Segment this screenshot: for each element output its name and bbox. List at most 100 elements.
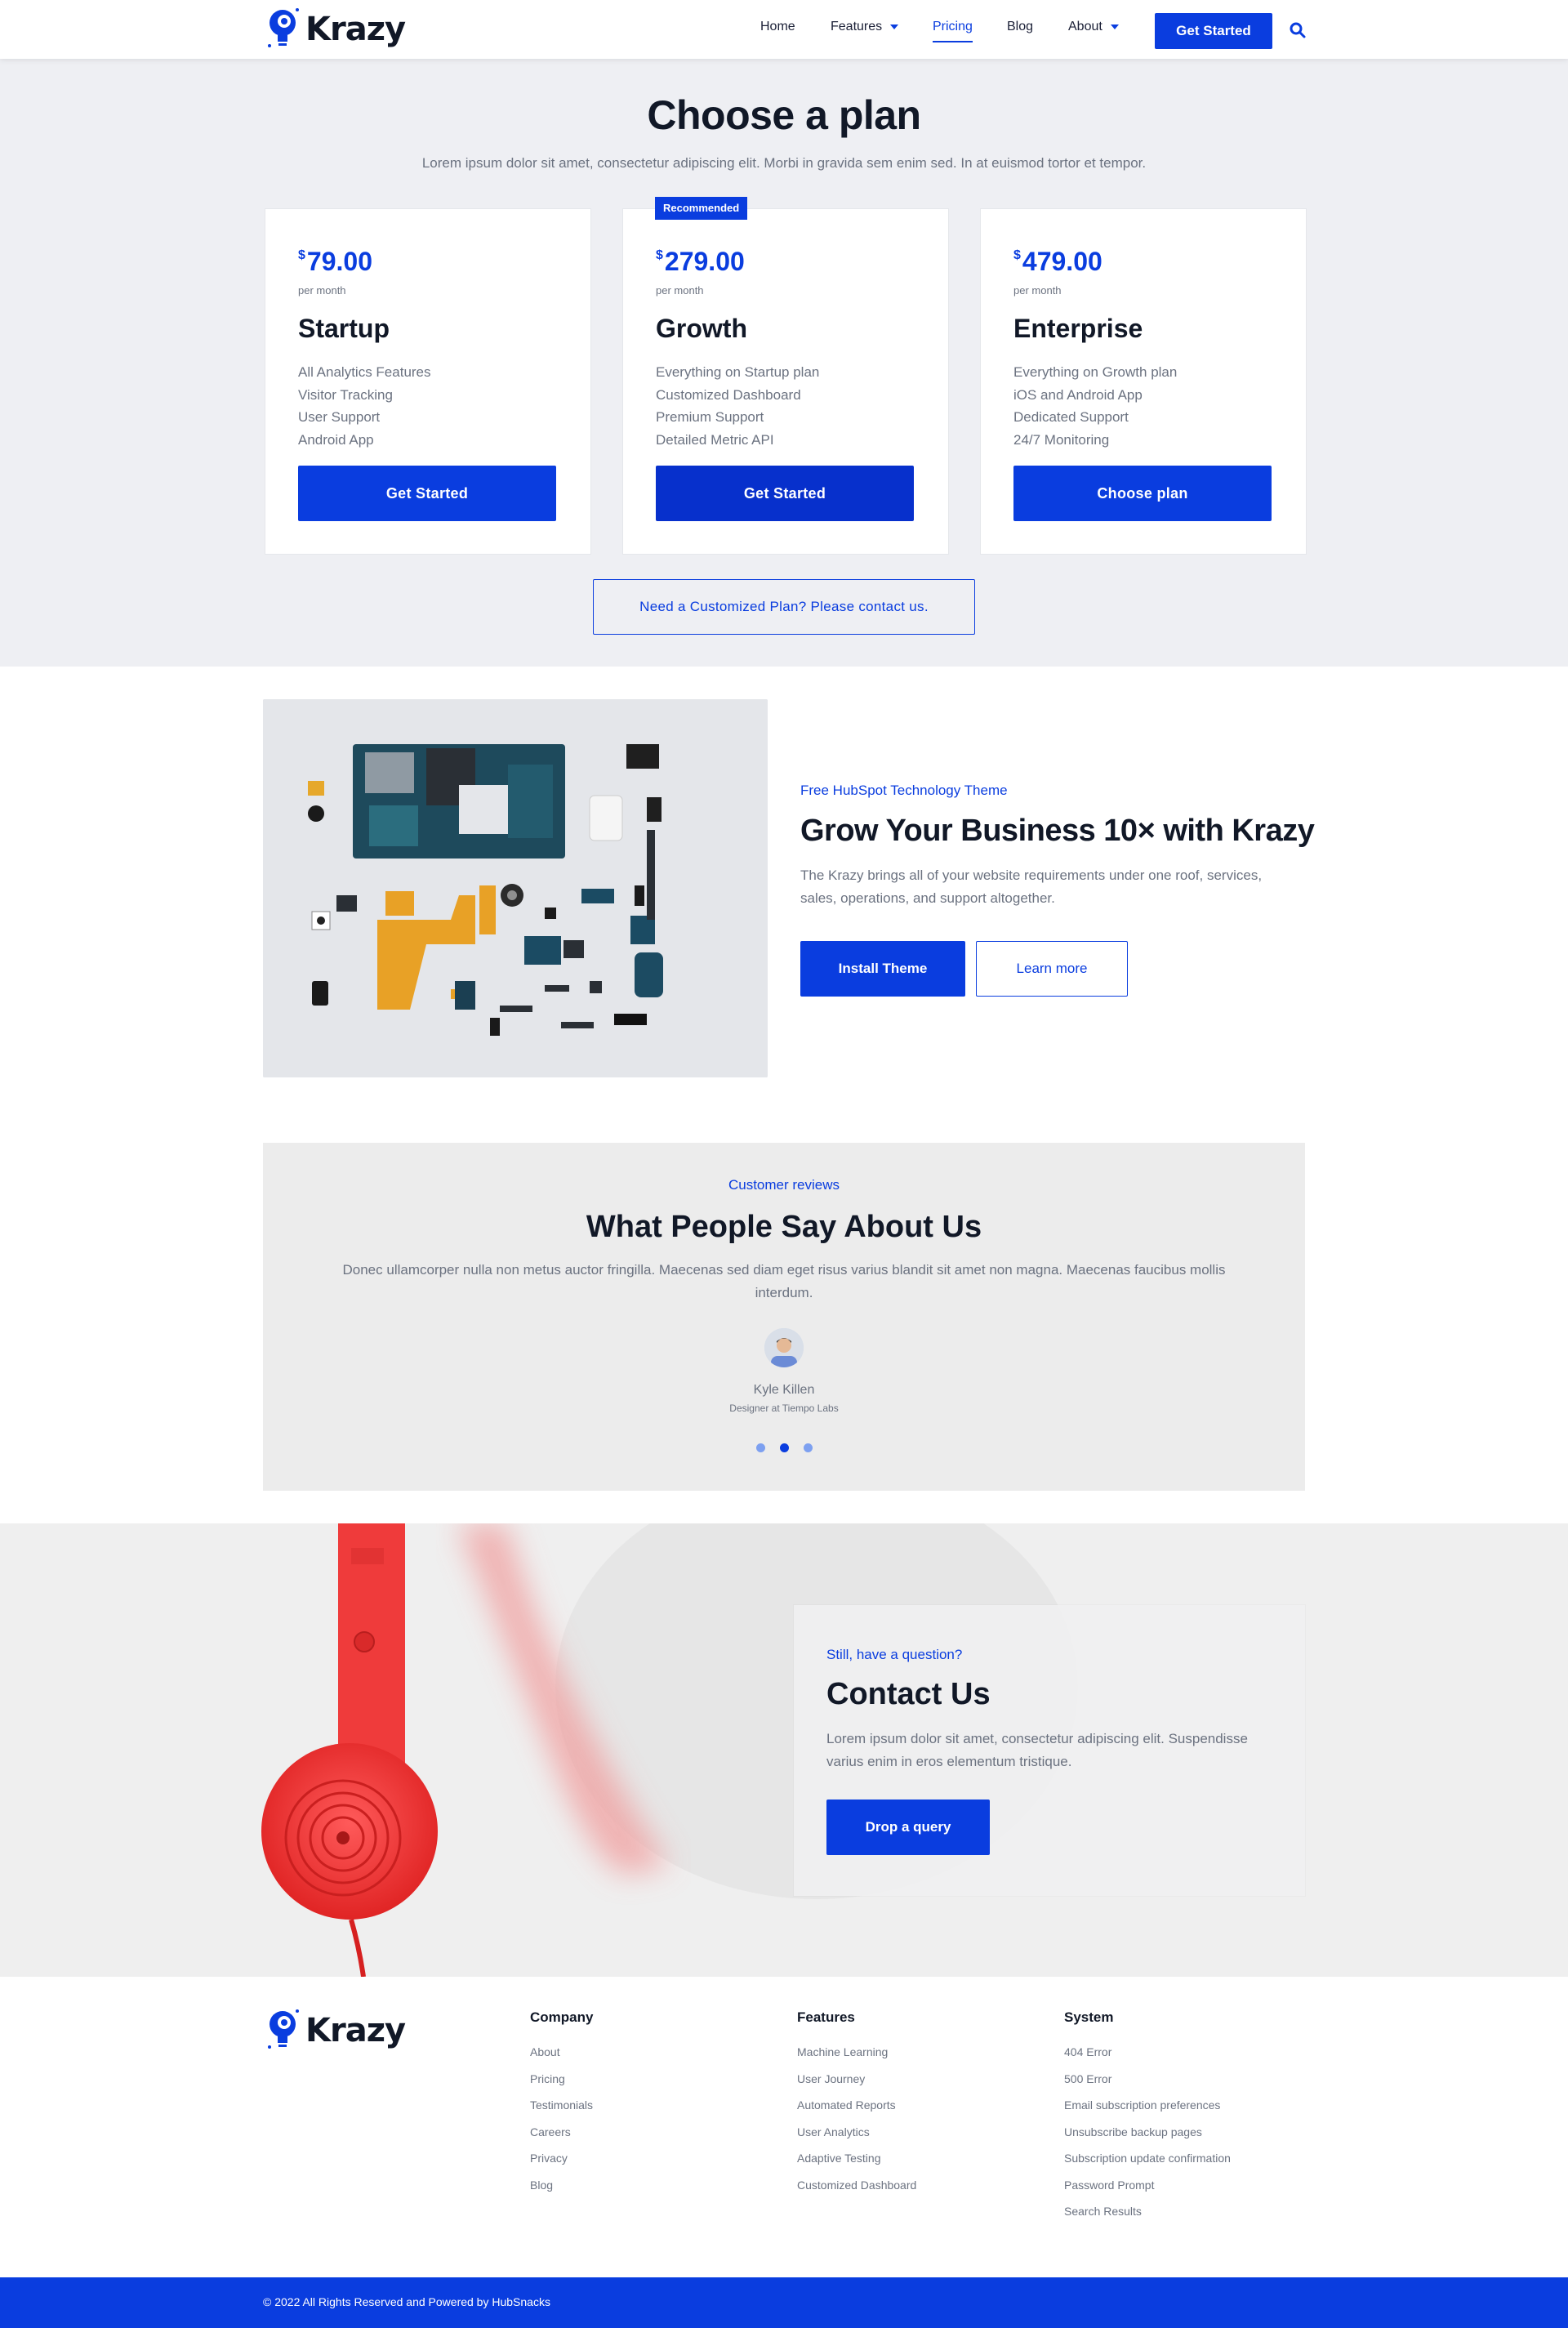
plan-feature: Detailed Metric API — [656, 431, 774, 448]
learn-more-button[interactable]: Learn more — [976, 941, 1128, 997]
contact-card: Still, have a question? Contact Us Lorem… — [794, 1605, 1305, 1896]
plan-feature: Android App — [298, 431, 374, 448]
footer-link[interactable]: Testimonials — [530, 2092, 593, 2119]
plan-features: Everything on Startup plan Customized Da… — [656, 361, 819, 451]
contact-description: Lorem ipsum dolor sit amet, consectetur … — [826, 1731, 1248, 1769]
nav-features-label: Features — [831, 20, 883, 33]
custom-plan-button[interactable]: Need a Customized Plan? Please contact u… — [593, 579, 975, 635]
carousel-dots — [756, 1443, 813, 1455]
plan-feature: Dedicated Support — [1013, 409, 1129, 425]
footer-link[interactable]: User Journey — [797, 2066, 916, 2093]
price-period: per month — [1013, 284, 1062, 297]
brand-name: Krazy — [305, 11, 406, 48]
bulb-gear-logo-icon — [268, 2009, 299, 2049]
nav-blog[interactable]: Blog — [1007, 20, 1033, 34]
footer-link[interactable]: Email subscription preferences — [1064, 2092, 1231, 2119]
grow-eyebrow: Free HubSpot Technology Theme — [800, 783, 1008, 798]
plan-features: Everything on Growth plan iOS and Androi… — [1013, 361, 1177, 451]
footer-link[interactable]: Automated Reports — [797, 2092, 916, 2119]
footer-link[interactable]: User Analytics — [797, 2119, 916, 2146]
plan-feature: All Analytics Features — [298, 364, 431, 380]
carousel-dot-active[interactable] — [780, 1443, 789, 1452]
copyright-text: © 2022 All Rights Reserved and Powered b… — [263, 2295, 550, 2308]
plan-price: $479.00 — [1013, 247, 1102, 277]
nav-features[interactable]: Features — [831, 20, 899, 34]
footer-link[interactable]: 500 Error — [1064, 2066, 1231, 2093]
carousel-dot[interactable] — [804, 1443, 813, 1452]
currency-symbol: $ — [1013, 248, 1021, 262]
nav-about[interactable]: About — [1068, 20, 1119, 34]
phone-parts-image — [263, 699, 768, 1077]
plan-features: All Analytics Features Visitor Tracking … — [298, 361, 431, 451]
reviews-title: What People Say About Us — [586, 1210, 982, 1244]
plan-feature: iOS and Android App — [1013, 386, 1143, 403]
plan-name: Growth — [656, 314, 747, 343]
footer-link[interactable]: About — [530, 2039, 593, 2066]
plan-feature: Visitor Tracking — [298, 386, 393, 403]
footer-logo[interactable]: Krazy — [263, 2006, 406, 2055]
footer-link[interactable]: Subscription update confirmation — [1064, 2145, 1231, 2172]
currency-symbol: $ — [298, 248, 305, 262]
footer-link[interactable]: Adaptive Testing — [797, 2145, 916, 2172]
plan-name: Startup — [298, 314, 390, 343]
footer-brand-name: Krazy — [305, 2012, 406, 2049]
footer-link[interactable]: Customized Dashboard — [797, 2172, 916, 2199]
footer-link[interactable]: Blog — [530, 2172, 593, 2199]
plan-feature: Everything on Growth plan — [1013, 364, 1178, 380]
plan-card-growth: $279.00 per month Growth Everything on S… — [622, 208, 949, 555]
grow-title: Grow Your Business 10× with Krazy — [800, 814, 1315, 848]
brand-logo[interactable]: Krazy — [263, 5, 406, 54]
plan-price: $279.00 — [656, 247, 745, 277]
price-period: per month — [656, 284, 704, 297]
person-avatar-icon — [764, 1328, 804, 1367]
footer-link[interactable]: Search Results — [1064, 2198, 1231, 2225]
site-header: Krazy Home Features Pricing Blog About G… — [0, 0, 1568, 59]
nav-home[interactable]: Home — [760, 20, 795, 34]
plan-enterprise-button[interactable]: Choose plan — [1013, 466, 1272, 521]
footer-column-system: System 404 Error 500 Error Email subscri… — [1064, 2009, 1231, 2225]
reviewer-role: Designer at Tiempo Labs — [729, 1403, 839, 1414]
chevron-down-icon — [890, 24, 899, 29]
copyright-bar: © 2022 All Rights Reserved and Powered b… — [0, 2277, 1568, 2328]
carousel-dot[interactable] — [756, 1443, 765, 1452]
site-footer: Krazy Company About Pricing Testimonials… — [0, 1977, 1568, 2277]
footer-link[interactable]: Password Prompt — [1064, 2172, 1231, 2199]
footer-link[interactable]: Unsubscribe backup pages — [1064, 2119, 1231, 2146]
footer-link[interactable]: 404 Error — [1064, 2039, 1231, 2066]
contact-eyebrow: Still, have a question? — [826, 1647, 963, 1662]
plan-feature: User Support — [298, 409, 381, 425]
footer-column-features: Features Machine Learning User Journey A… — [797, 2009, 916, 2198]
footer-link[interactable]: Pricing — [530, 2066, 593, 2093]
recommended-badge: Recommended — [655, 197, 748, 220]
footer-column-title: Company — [530, 2009, 594, 2025]
drop-query-button[interactable]: Drop a query — [826, 1800, 990, 1855]
get-started-button[interactable]: Get Started — [1155, 13, 1272, 49]
plan-price: $79.00 — [298, 247, 372, 277]
reviews-section: Customer reviews What People Say About U… — [263, 1143, 1305, 1491]
install-theme-button[interactable]: Install Theme — [800, 941, 965, 997]
price-value: 479.00 — [1022, 247, 1102, 276]
footer-column-company: Company About Pricing Testimonials Caree… — [530, 2009, 593, 2198]
bulb-gear-logo-icon — [268, 8, 299, 47]
telephone-handset-image — [0, 1523, 1568, 1977]
search-icon[interactable] — [1289, 21, 1307, 39]
plan-growth-button[interactable]: Get Started — [656, 466, 914, 521]
footer-link[interactable]: Privacy — [530, 2145, 593, 2172]
plan-feature: 24/7 Monitoring — [1013, 431, 1110, 448]
footer-link[interactable]: Careers — [530, 2119, 593, 2146]
reviewer-name: Kyle Killen — [753, 1383, 815, 1397]
reviews-eyebrow: Customer reviews — [728, 1177, 840, 1193]
nav-about-label: About — [1068, 20, 1102, 33]
footer-link[interactable]: Machine Learning — [797, 2039, 916, 2066]
circuit-parts-illustration — [263, 699, 768, 1077]
plan-feature: Premium Support — [656, 409, 764, 425]
review-quote: Donec ullamcorper nulla non metus auctor… — [342, 1262, 1226, 1300]
plan-card-enterprise: $479.00 per month Enterprise Everything … — [980, 208, 1307, 555]
price-period: per month — [298, 284, 346, 297]
plan-startup-button[interactable]: Get Started — [298, 466, 556, 521]
footer-column-title: System — [1064, 2009, 1114, 2025]
contact-title: Contact Us — [826, 1677, 991, 1711]
nav-pricing[interactable]: Pricing — [933, 20, 973, 42]
plan-card-startup: $79.00 per month Startup All Analytics F… — [265, 208, 591, 555]
footer-column-title: Features — [797, 2009, 855, 2025]
